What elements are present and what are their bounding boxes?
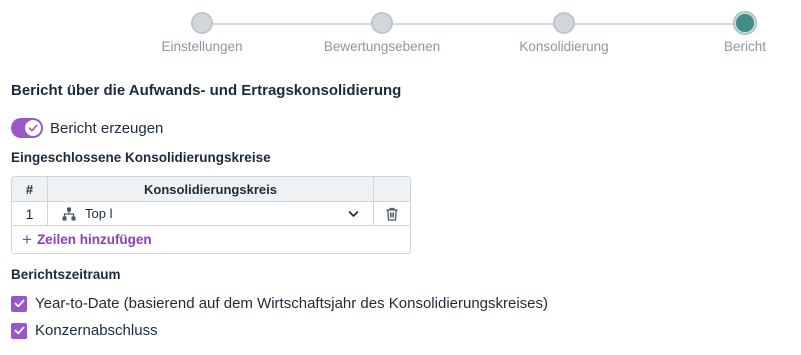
step-dot <box>553 12 575 34</box>
step-einstellungen[interactable]: Einstellungen <box>132 12 272 54</box>
ytd-option: Year-to-Date (basierend auf dem Wirtscha… <box>11 295 548 312</box>
trash-icon[interactable] <box>385 207 399 221</box>
period-heading: Berichtszeitraum <box>11 267 121 282</box>
stepper-line <box>202 23 744 25</box>
step-label: Bewertungsebenen <box>323 39 441 54</box>
kreis-select[interactable]: Top l <box>48 206 373 221</box>
ytd-label: Year-to-Date (basierend auf dem Wirtscha… <box>35 295 549 312</box>
page-title: Bericht über die Aufwands- und Ertragsko… <box>11 82 402 99</box>
step-label: Einstellungen <box>161 39 243 54</box>
table-row: 1 Top l <box>12 202 410 226</box>
step-bewertungsebenen[interactable]: Bewertungsebenen <box>312 12 452 54</box>
table-header: # Konsolidierungskreis <box>12 177 410 202</box>
check-icon <box>14 299 24 308</box>
add-rows-button[interactable]: + Zeilen hinzufügen <box>12 226 410 253</box>
step-label: Bericht <box>723 39 767 54</box>
plus-icon: + <box>22 230 32 249</box>
step-label: Konsolidierung <box>519 39 609 54</box>
hierarchy-icon <box>62 207 76 220</box>
step-konsolidierung[interactable]: Konsolidierung <box>494 12 634 54</box>
row-actions <box>374 202 410 225</box>
check-icon <box>14 326 24 335</box>
report-toggle[interactable] <box>11 118 43 138</box>
column-header-actions <box>374 177 410 201</box>
step-dot <box>191 12 213 34</box>
step-bericht[interactable]: Bericht <box>675 12 801 54</box>
row-number: 1 <box>12 202 48 225</box>
column-header-num: # <box>12 177 48 201</box>
konzern-option: Konzernabschluss <box>11 322 158 339</box>
included-heading: Eingeschlossene Konsolidierungskreise <box>11 150 271 165</box>
report-toggle-row: Bericht erzeugen <box>11 118 163 138</box>
konzern-label: Konzernabschluss <box>35 322 158 339</box>
chevron-down-icon[interactable] <box>348 209 359 219</box>
toggle-knob <box>25 120 41 136</box>
ytd-checkbox[interactable] <box>11 295 27 312</box>
consolidation-table: # Konsolidierungskreis 1 Top l + Zeilen … <box>11 176 411 254</box>
kreis-select-value: Top l <box>85 206 113 221</box>
toggle-label: Bericht erzeugen <box>50 119 164 137</box>
progress-stepper: Einstellungen Bewertungsebenen Konsolidi… <box>0 0 801 60</box>
konzern-checkbox[interactable] <box>11 322 27 339</box>
step-dot-active <box>734 12 756 34</box>
step-dot <box>371 12 393 34</box>
column-header-kreis: Konsolidierungskreis <box>48 177 374 201</box>
add-rows-label: Zeilen hinzufügen <box>36 232 152 247</box>
check-icon <box>28 124 38 132</box>
kreis-select-cell: Top l <box>48 202 374 225</box>
